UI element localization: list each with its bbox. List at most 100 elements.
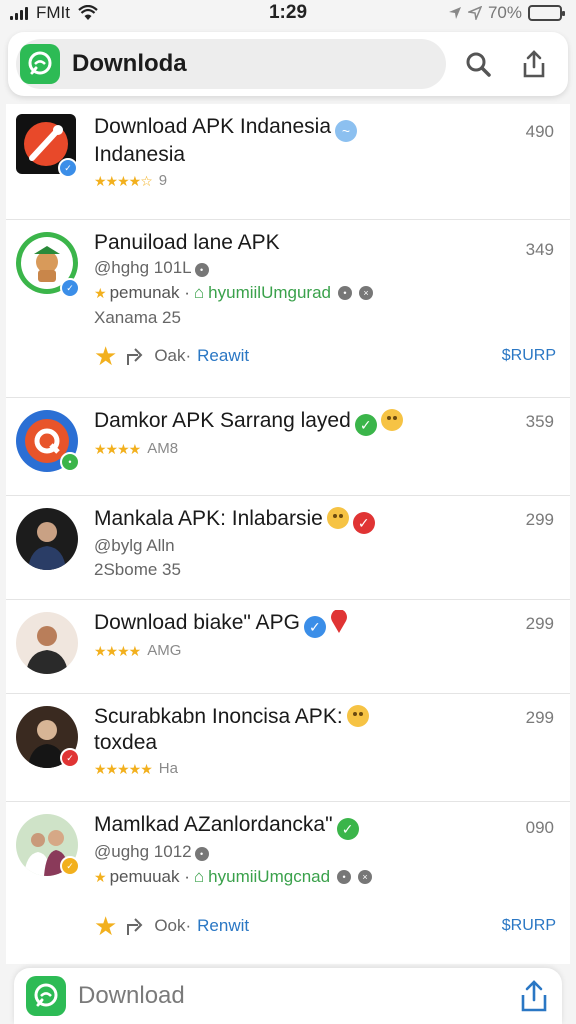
item-price: 299: [525, 708, 554, 727]
share-icon[interactable]: [518, 979, 550, 1013]
share-icon: [523, 50, 545, 78]
verified-icon: ✓: [352, 512, 375, 534]
home-icon: ⌂: [193, 283, 205, 302]
meta-row: ★ pemuuak · ⌂ hyumiiUmgcnad • ×: [94, 864, 556, 890]
share-arrow-icon[interactable]: [126, 345, 148, 367]
battery-icon: [528, 5, 565, 21]
item-price: 359: [525, 412, 554, 431]
list-item[interactable]: ✓ Scurabkabn Inoncisa APK: toxdea ★★★★★ H…: [6, 694, 570, 802]
item-price: 090: [525, 818, 554, 837]
app-logo-icon: [26, 976, 66, 1016]
item-title: Panuiload lane APK: [94, 231, 280, 254]
search-title: Downloda: [72, 50, 187, 77]
item-title: Mankala APK: Inlabarsie ✓: [94, 506, 556, 534]
meta-row: ★ pemunak · ⌂ hyumiilUmgurad • ×: [94, 280, 556, 306]
list-item[interactable]: ✓ Panuiload lane APK @hghg 101L • ★ pemun…: [6, 220, 570, 398]
handle-text: @ughg 1012: [94, 842, 192, 861]
list-item[interactable]: ✓ Mamlkad AZanlordancka" ✓ @ughg 1012 • ★ …: [6, 802, 570, 962]
emoji-icon: [346, 705, 369, 727]
meta-left: pemuuak ·: [109, 867, 190, 886]
handle-text: @hghg 101L: [94, 258, 192, 277]
share-arrow-icon[interactable]: [126, 915, 148, 937]
rating-count: AMG: [147, 642, 182, 659]
item-title: Damkor APK Sarrang layed ✓: [94, 408, 556, 436]
search-header: Downloda: [8, 32, 568, 96]
verified-badge-icon: ✓: [58, 158, 78, 178]
item-title-text: Download biake" APG: [94, 611, 300, 634]
meta-green: hyumiiUmgcnad: [208, 867, 331, 886]
price-action-button[interactable]: $RURP: [502, 347, 556, 365]
rating-stars-icon: ★★★★: [94, 441, 141, 457]
star-icon: ★: [94, 285, 107, 301]
share-button[interactable]: [510, 39, 558, 89]
person-photo-icon: [26, 626, 68, 674]
rating-row: ★★★★ AM8: [94, 436, 556, 462]
info-icon: •: [194, 847, 209, 861]
rating-row: ★★★★☆ 9: [94, 168, 556, 194]
item-subtitle: Indanesia: [94, 143, 186, 166]
action-link[interactable]: Reawit: [197, 346, 249, 366]
item-price: 349: [525, 240, 554, 259]
star-icon: ★: [94, 869, 107, 885]
item-title-text: Damkor APK Sarrang layed: [94, 409, 351, 432]
item-title-text: Download APK Indanesia: [94, 115, 331, 138]
item-price: 299: [525, 614, 554, 633]
bottom-title: Download: [78, 982, 185, 1009]
action-label: Oak·: [154, 346, 192, 365]
item-title: Scurabkabn Inoncisa APK:: [94, 704, 556, 730]
rating-count: 9: [158, 172, 168, 189]
list-item[interactable]: • Damkor APK Sarrang layed ✓ ★★★★ AM8 359: [6, 398, 570, 496]
favorite-star-icon[interactable]: ★: [94, 911, 117, 942]
bottom-bar[interactable]: Download: [14, 968, 562, 1024]
verified-badge-icon: ✓: [60, 278, 80, 298]
status-bar: FMIt 1:29 70%: [0, 0, 576, 26]
rating-count: AM8: [147, 440, 179, 457]
user-avatar: [16, 508, 78, 570]
action-link[interactable]: Renwit: [197, 916, 249, 936]
close-icon: ×: [358, 870, 373, 884]
user-avatar: [16, 612, 78, 674]
favorite-star-icon[interactable]: ★: [94, 341, 117, 372]
list-item[interactable]: Download biake" APG ✓ ★★★★ AMG 299: [6, 600, 570, 694]
gear-icon: •: [337, 870, 352, 884]
list-item[interactable]: ✓ Download APK Indanesia ~ Indanesia ★★★★…: [6, 104, 570, 220]
verified-badge-icon: •: [60, 452, 80, 472]
item-handle: @bylg Alln: [94, 536, 175, 555]
rating-row: ★★★★ AMG: [94, 638, 556, 664]
item-title-text: Mankala APK: Inlabarsie: [94, 507, 323, 530]
search-icon: [466, 52, 491, 77]
action-label: Ook·: [154, 916, 192, 935]
app-logo-icon: [20, 44, 60, 84]
verified-icon: ✓: [336, 818, 359, 840]
item-subtitle: toxdea: [94, 731, 158, 754]
item-title-text: Mamlkad AZanlordancka": [94, 813, 333, 836]
person-photo-icon: [28, 522, 66, 570]
list-item[interactable]: Mankala APK: Inlabarsie ✓ @bylg Alln 2Sbo…: [6, 496, 570, 600]
close-icon: ×: [359, 286, 373, 300]
rating-stars-icon: ★★★★★: [94, 761, 153, 777]
rating-row: ★★★★★ Ha: [94, 756, 556, 782]
item-price: 490: [525, 122, 554, 141]
search-button[interactable]: [454, 39, 502, 89]
info-icon: •: [194, 263, 209, 277]
search-bar[interactable]: Downloda: [16, 39, 446, 89]
item-line3: 2Sbome 35: [94, 560, 181, 579]
verified-icon: ✓: [303, 616, 326, 638]
meta-green: hyumiilUmgurad: [208, 283, 331, 302]
item-handle: @hghg 101L •: [94, 256, 556, 280]
item-title: Download biake" APG ✓: [94, 609, 556, 638]
pin-icon: [330, 609, 347, 633]
action-row: ★ Oak· Reawit $RURP: [94, 334, 556, 378]
item-line3: Xanama 25: [94, 308, 181, 327]
rating-stars-icon: ★★★★: [94, 643, 141, 659]
item-title-text: Scurabkabn Inoncisa APK:: [94, 705, 343, 728]
emoji-icon: [326, 507, 349, 529]
meta-left: pemunak ·: [109, 283, 190, 302]
app-list: ✓ Download APK Indanesia ~ Indanesia ★★★★…: [6, 104, 570, 964]
verified-badge-icon: ✓: [60, 856, 80, 876]
item-title: Download APK Indanesia ~: [94, 114, 556, 142]
emoji-icon: [380, 409, 403, 431]
verified-icon: ~: [335, 120, 357, 142]
verified-badge-icon: ✓: [60, 748, 80, 768]
price-action-button[interactable]: $RURP: [502, 917, 556, 935]
